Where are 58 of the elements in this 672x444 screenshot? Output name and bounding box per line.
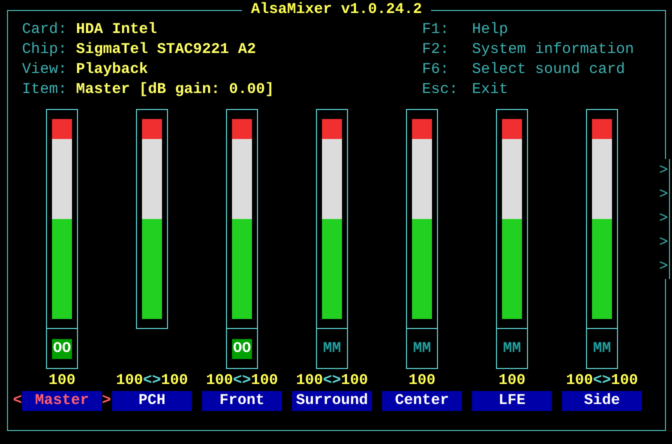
info-value: SigmaTel STAC9221 A2 bbox=[76, 40, 256, 60]
key-action: System information bbox=[472, 40, 634, 60]
scroll-indicator: > bbox=[658, 185, 669, 205]
balance-separator: <> bbox=[592, 371, 611, 391]
volume-value: 100 bbox=[611, 371, 638, 391]
channel-label[interactable]: Surround bbox=[292, 391, 372, 411]
key-label: Esc: bbox=[422, 80, 460, 100]
channel-label[interactable]: Front bbox=[202, 391, 282, 411]
info-label: Card: bbox=[22, 20, 68, 40]
scroll-indicator: > bbox=[658, 233, 669, 253]
key-label: F6: bbox=[422, 60, 450, 80]
channel-label[interactable]: Side bbox=[562, 391, 642, 411]
mute-indicator[interactable]: MM bbox=[412, 338, 432, 358]
scroll-indicator: > bbox=[658, 161, 669, 181]
mute-indicator[interactable]: OO bbox=[52, 338, 72, 358]
scroll-indicator: > bbox=[658, 209, 669, 229]
channel-label[interactable]: Master bbox=[22, 391, 102, 411]
volume-meter-fill[interactable] bbox=[412, 119, 432, 319]
info-label: View: bbox=[22, 60, 68, 80]
volume-value: 100 bbox=[296, 371, 323, 391]
info-value: HDA Intel bbox=[76, 20, 158, 40]
volume-value: 100 bbox=[206, 371, 233, 391]
balance-separator: <> bbox=[232, 371, 251, 391]
mute-indicator[interactable]: MM bbox=[502, 338, 522, 358]
info-label: Chip: bbox=[22, 40, 68, 60]
info-label: Item: bbox=[22, 80, 68, 100]
balance-separator: <> bbox=[142, 371, 161, 391]
info-value: Playback bbox=[76, 60, 148, 80]
volume-meter-fill[interactable] bbox=[232, 119, 252, 319]
channel-label[interactable]: PCH bbox=[112, 391, 192, 411]
channel-label[interactable]: Center bbox=[382, 391, 462, 411]
mute-indicator[interactable]: OO bbox=[232, 338, 252, 358]
volume-value: 100 bbox=[341, 371, 368, 391]
volume-value: 100 bbox=[408, 371, 436, 391]
key-action: Exit bbox=[472, 80, 508, 100]
channel-label[interactable]: LFE bbox=[472, 391, 552, 411]
volume-meter-fill[interactable] bbox=[592, 119, 612, 319]
volume-value: 100 bbox=[116, 371, 143, 391]
volume-meter-fill[interactable] bbox=[52, 119, 72, 319]
key-action: Help bbox=[472, 20, 508, 40]
volume-meter-fill[interactable] bbox=[322, 119, 342, 319]
volume-value: 100 bbox=[498, 371, 526, 391]
key-action: Select sound card bbox=[472, 60, 626, 80]
key-label: F1: bbox=[422, 20, 450, 40]
volume-value: 100 bbox=[566, 371, 593, 391]
mute-indicator[interactable]: MM bbox=[322, 338, 342, 358]
next-indicator: > bbox=[102, 391, 111, 411]
key-label: F2: bbox=[422, 40, 450, 60]
volume-value: 100 bbox=[161, 371, 188, 391]
scroll-indicator: > bbox=[658, 257, 669, 277]
mute-indicator[interactable]: MM bbox=[592, 338, 612, 358]
volume-meter-fill[interactable] bbox=[502, 119, 522, 319]
volume-meter-fill[interactable] bbox=[142, 119, 162, 319]
balance-separator: <> bbox=[322, 371, 341, 391]
volume-value: 100 bbox=[251, 371, 278, 391]
info-value: Master [dB gain: 0.00] bbox=[76, 80, 274, 100]
previous-indicator: < bbox=[13, 391, 22, 411]
volume-value: 100 bbox=[48, 371, 76, 391]
